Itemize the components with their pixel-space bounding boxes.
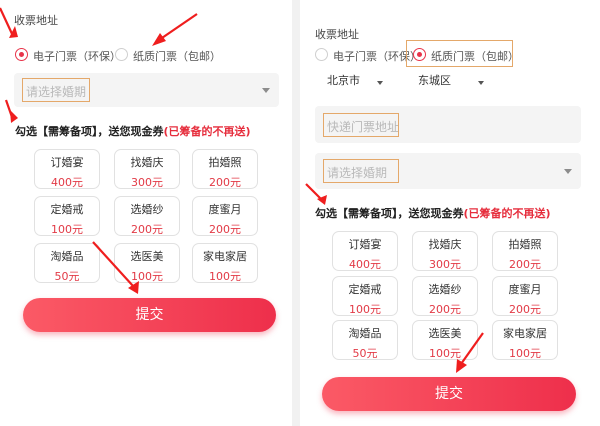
item-price: 300元 xyxy=(429,258,461,271)
radio-label-electronic: 电子门票（环保） xyxy=(33,50,121,63)
submit-button[interactable]: 提交 xyxy=(23,298,276,332)
panel-divider xyxy=(292,0,300,426)
highlight-box-date xyxy=(22,78,90,102)
item-price: 100元 xyxy=(349,303,381,316)
chevron-down-icon xyxy=(377,81,383,85)
item-price: 100元 xyxy=(429,347,461,360)
item-card-engagement-banquet[interactable]: 订婚宴 400元 xyxy=(34,149,100,189)
item-price: 50元 xyxy=(352,347,378,360)
chevron-down-icon xyxy=(478,81,484,85)
item-card-wedding-goods[interactable]: 淘婚品 50元 xyxy=(332,320,398,360)
item-name: 定婚戒 xyxy=(348,283,382,296)
item-name: 定婚戒 xyxy=(50,203,84,216)
item-price: 100元 xyxy=(509,347,541,360)
item-price: 100元 xyxy=(131,270,163,283)
highlight-box-date xyxy=(323,159,399,183)
item-name: 选医美 xyxy=(428,327,462,340)
district-select[interactable]: 东城区 xyxy=(418,72,451,88)
item-name: 订婚宴 xyxy=(348,238,382,251)
ticket-form-electronic: 收票地址 电子门票（环保） 纸质门票（包邮） 请选择婚期 勾选【需筹备项】，送您… xyxy=(0,0,290,426)
chevron-down-icon xyxy=(564,169,572,174)
item-name: 拍婚照 xyxy=(208,156,242,169)
item-card-wedding-planner[interactable]: 找婚庆 300元 xyxy=(114,149,180,189)
coupon-prompt-text: 勾选【需筹备项】，送您现金券 xyxy=(315,207,464,220)
item-price: 400元 xyxy=(51,176,83,189)
chevron-down-icon xyxy=(262,88,270,93)
item-price: 100元 xyxy=(209,270,241,283)
item-card-wedding-dress[interactable]: 选婚纱 200元 xyxy=(114,196,180,236)
item-card-wedding-ring[interactable]: 定婚戒 100元 xyxy=(34,196,100,236)
radio-paper-ticket[interactable] xyxy=(115,48,128,61)
item-price: 200元 xyxy=(509,258,541,271)
item-name: 度蜜月 xyxy=(208,203,242,216)
item-price: 400元 xyxy=(349,258,381,271)
section-title: 收票地址 xyxy=(14,14,58,27)
submit-button[interactable]: 提交 xyxy=(322,377,576,411)
coupon-prompt-note: (已筹备的不再送) xyxy=(163,125,251,138)
item-card-home-appliances[interactable]: 家电家居 100元 xyxy=(492,320,558,360)
highlight-box-paper-ticket xyxy=(406,40,513,67)
item-name: 家电家居 xyxy=(203,250,247,263)
item-card-wedding-photo[interactable]: 拍婚照 200元 xyxy=(492,231,558,271)
item-name: 拍婚照 xyxy=(508,238,542,251)
item-card-wedding-dress[interactable]: 选婚纱 200元 xyxy=(412,276,478,316)
highlight-box-address xyxy=(323,113,399,137)
item-price: 200元 xyxy=(209,176,241,189)
radio-electronic-ticket[interactable] xyxy=(315,48,328,61)
item-card-engagement-banquet[interactable]: 订婚宴 400元 xyxy=(332,231,398,271)
item-name: 家电家居 xyxy=(503,327,547,340)
item-price: 200元 xyxy=(131,223,163,236)
item-name: 选婚纱 xyxy=(428,283,462,296)
item-card-medical-beauty[interactable]: 选医美 100元 xyxy=(412,320,478,360)
radio-electronic-ticket[interactable] xyxy=(15,48,28,61)
radio-label-paper: 纸质门票（包邮） xyxy=(133,50,221,63)
item-card-wedding-photo[interactable]: 拍婚照 200元 xyxy=(192,149,258,189)
item-card-wedding-planner[interactable]: 找婚庆 300元 xyxy=(412,231,478,271)
item-name: 选婚纱 xyxy=(130,203,164,216)
item-name: 订婚宴 xyxy=(50,156,84,169)
city-select[interactable]: 北京市 xyxy=(327,72,360,88)
item-card-medical-beauty[interactable]: 选医美 100元 xyxy=(114,243,180,283)
item-name: 找婚庆 xyxy=(130,156,164,169)
item-price: 200元 xyxy=(509,303,541,316)
item-price: 200元 xyxy=(209,223,241,236)
item-price: 100元 xyxy=(51,223,83,236)
item-card-honeymoon[interactable]: 度蜜月 200元 xyxy=(192,196,258,236)
section-title: 收票地址 xyxy=(315,28,359,41)
item-name: 选医美 xyxy=(130,250,164,263)
item-card-honeymoon[interactable]: 度蜜月 200元 xyxy=(492,276,558,316)
coupon-prompt: 勾选【需筹备项】，送您现金券(已筹备的不再送) xyxy=(15,123,251,139)
item-card-wedding-ring[interactable]: 定婚戒 100元 xyxy=(332,276,398,316)
coupon-prompt-note: (已筹备的不再送) xyxy=(463,207,551,220)
coupon-prompt-text: 勾选【需筹备项】，送您现金券 xyxy=(15,125,164,138)
item-card-home-appliances[interactable]: 家电家居 100元 xyxy=(192,243,258,283)
item-price: 50元 xyxy=(54,270,80,283)
item-price: 300元 xyxy=(131,176,163,189)
item-name: 淘婚品 xyxy=(348,327,382,340)
item-card-wedding-goods[interactable]: 淘婚品 50元 xyxy=(34,243,100,283)
item-price: 200元 xyxy=(429,303,461,316)
ticket-form-paper: 收票地址 电子门票（环保） 纸质门票（包邮） 北京市 东城区 快递门票地址 请选… xyxy=(300,0,600,426)
item-name: 度蜜月 xyxy=(508,283,542,296)
item-name: 找婚庆 xyxy=(428,238,462,251)
coupon-prompt: 勾选【需筹备项】，送您现金券(已筹备的不再送) xyxy=(315,205,551,221)
item-name: 淘婚品 xyxy=(50,250,84,263)
